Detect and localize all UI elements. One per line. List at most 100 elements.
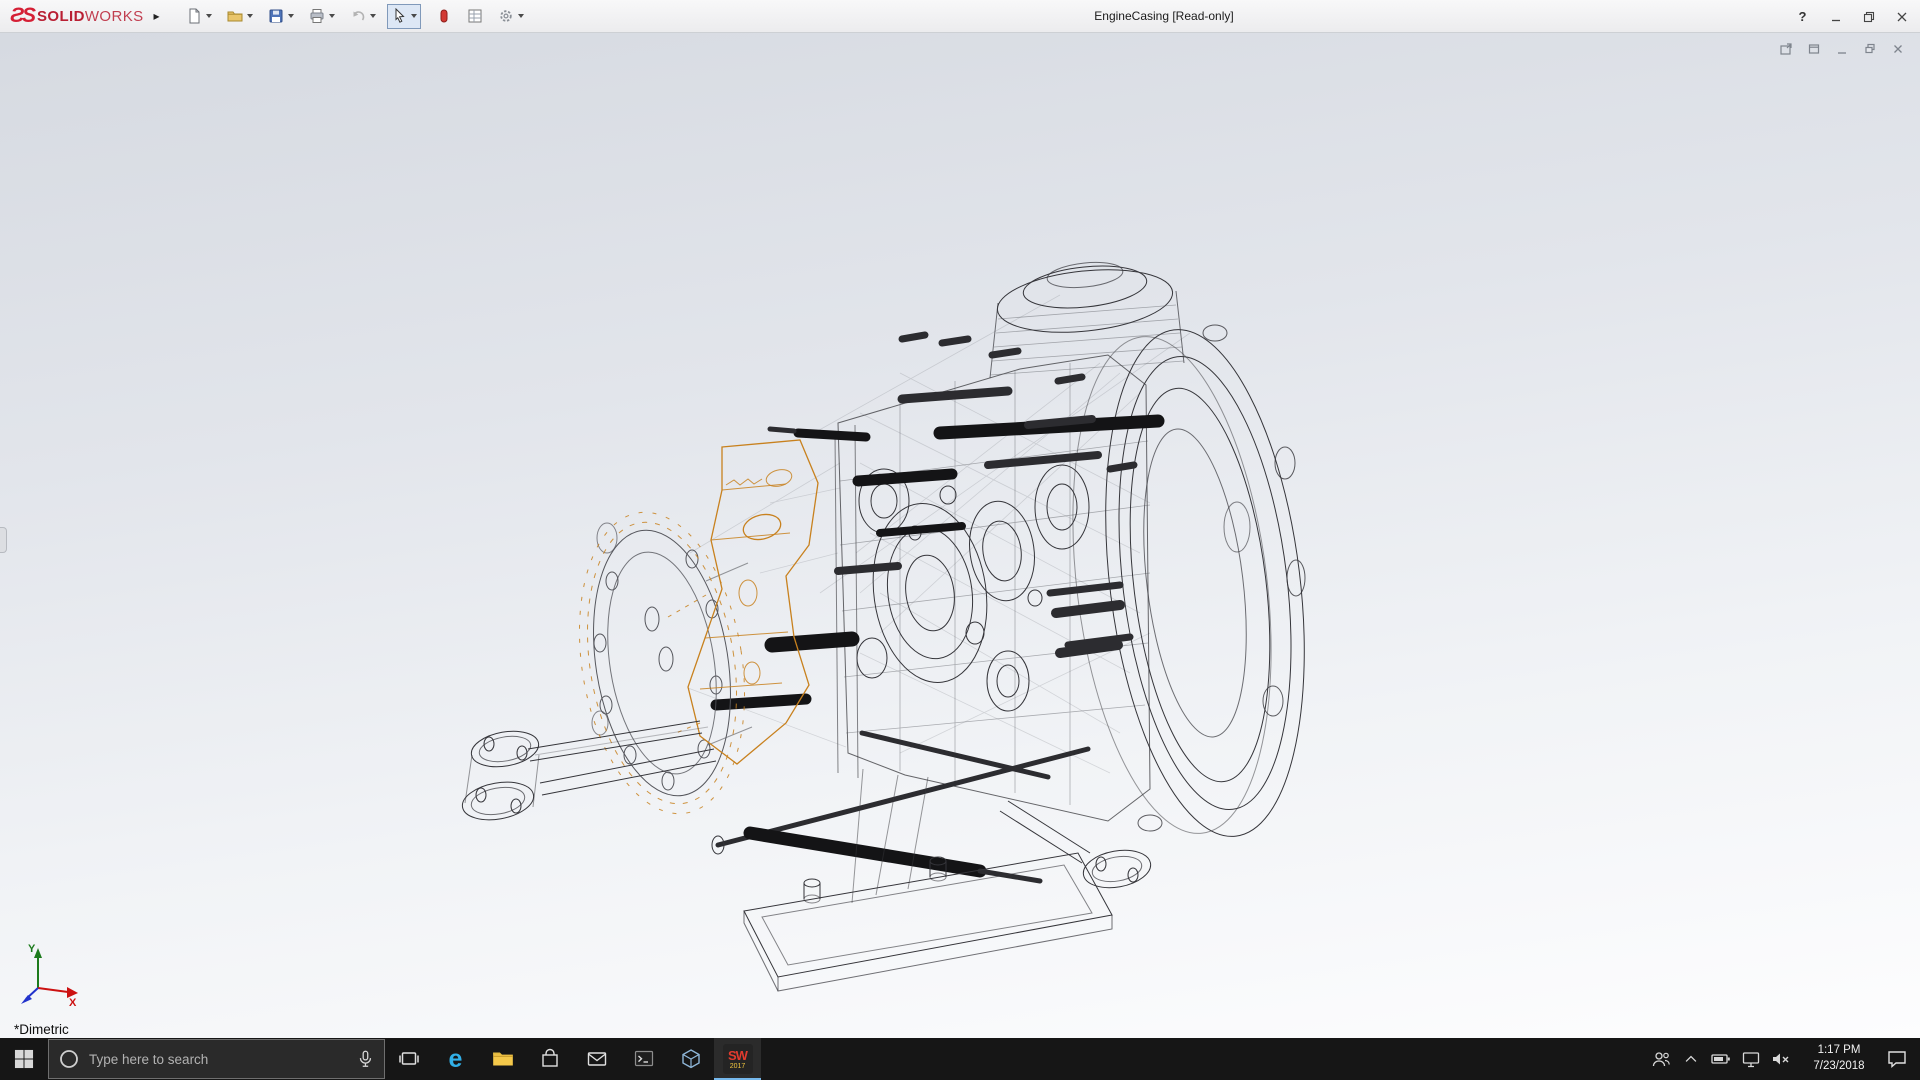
network-icon (1740, 1048, 1762, 1070)
windows-taskbar: e (0, 1038, 1920, 1080)
task-view-button[interactable] (385, 1038, 432, 1080)
store-button[interactable] (526, 1038, 573, 1080)
window-icon (1807, 42, 1821, 56)
select-cursor-icon (391, 8, 407, 24)
solidworks-logo-mark-icon: ƧS (10, 4, 34, 28)
orientation-triad: Y X (14, 938, 86, 1010)
dropdown-caret-icon[interactable] (370, 14, 376, 18)
undo-icon (350, 8, 366, 24)
print-icon (309, 8, 325, 24)
dropdown-caret-icon[interactable] (518, 14, 524, 18)
dropdown-caret-icon[interactable] (411, 14, 417, 18)
mount-legs (459, 721, 716, 825)
shafts-and-fasteners (712, 335, 1158, 881)
panel-splitter-handle[interactable] (0, 527, 7, 553)
restore-button[interactable] (1852, 3, 1885, 30)
quick-access-toolbar (182, 4, 528, 29)
graphics-viewport[interactable]: Y X *Dimetric (0, 33, 1920, 1038)
dropdown-caret-icon[interactable] (206, 14, 212, 18)
top-fins (990, 305, 1184, 375)
window-controls: ? (1786, 0, 1918, 33)
top-cap (990, 259, 1184, 378)
window-layout-button[interactable] (1803, 39, 1824, 58)
file-explorer-button[interactable] (479, 1038, 526, 1080)
new-document-icon (186, 8, 202, 24)
dock-document-button[interactable] (1775, 39, 1796, 58)
xpress-tools-button[interactable] (432, 4, 456, 29)
toolbar-flyout-arrow[interactable]: ▸ (154, 9, 160, 23)
help-button[interactable]: ? (1786, 3, 1819, 30)
minimize-doc-icon (1835, 42, 1849, 56)
minimize-icon (1830, 11, 1842, 23)
store-bag-icon (539, 1048, 561, 1070)
clock-time: 1:17 PM (1798, 1043, 1880, 1059)
cad-cube-icon (680, 1048, 702, 1070)
minimize-document-button[interactable] (1831, 39, 1852, 58)
restore-document-button[interactable] (1859, 39, 1880, 58)
chevron-up-icon (1682, 1050, 1700, 1068)
dropdown-caret-icon[interactable] (329, 14, 335, 18)
task-pane-button[interactable] (463, 4, 487, 29)
microphone-icon[interactable] (355, 1049, 375, 1069)
x-axis-label: X (69, 997, 77, 1009)
bell-housing (1047, 318, 1330, 847)
battery-icon (1710, 1048, 1732, 1070)
close-document-button[interactable] (1887, 39, 1908, 58)
mail-button[interactable] (573, 1038, 620, 1080)
network-button[interactable] (1736, 1038, 1766, 1080)
action-center-button[interactable] (1882, 1038, 1912, 1080)
task-view-icon (398, 1048, 420, 1070)
start-button[interactable] (0, 1038, 48, 1080)
file-explorer-icon (491, 1047, 515, 1071)
screen: ƧS SOLIDWORKS ▸ (0, 0, 1920, 1080)
xpress-tools-icon (436, 8, 452, 24)
print-button[interactable] (305, 4, 339, 29)
task-pane-icon (467, 8, 483, 24)
taskbar-clock[interactable]: 1:17 PM 7/23/2018 (1796, 1043, 1882, 1074)
engine-casing-wireframe[interactable] (0, 33, 1920, 1038)
edge-icon: e (449, 1045, 463, 1074)
volume-muted-icon (1770, 1048, 1792, 1070)
people-icon (1650, 1048, 1672, 1070)
undo-button[interactable] (346, 4, 380, 29)
edge-browser-button[interactable]: e (432, 1038, 479, 1080)
save-floppy-icon (268, 8, 284, 24)
close-button[interactable] (1885, 3, 1918, 30)
app-titlebar: ƧS SOLIDWORKS ▸ (0, 0, 1920, 33)
console-button[interactable] (620, 1038, 667, 1080)
solidworks-logo-text: SOLIDWORKS (37, 8, 144, 25)
gear-bores (857, 465, 1089, 711)
edrawings-button[interactable] (667, 1038, 714, 1080)
y-axis-label: Y (28, 943, 36, 955)
base-plate (744, 769, 1112, 991)
dock-window-icon (1779, 42, 1793, 56)
select-tool-button[interactable] (387, 4, 421, 29)
document-window-controls (1775, 39, 1908, 58)
search-input[interactable] (89, 1052, 346, 1067)
people-button[interactable] (1646, 1038, 1676, 1080)
close-doc-icon (1891, 42, 1905, 56)
volume-button[interactable] (1766, 1038, 1796, 1080)
dropdown-caret-icon[interactable] (247, 14, 253, 18)
console-icon (633, 1048, 655, 1070)
restore-icon (1863, 11, 1875, 23)
open-button[interactable] (223, 4, 257, 29)
windows-logo-icon (14, 1049, 34, 1069)
view-orientation-label: *Dimetric (14, 1022, 69, 1037)
solidworks-app-button[interactable]: SW 2017 (714, 1038, 761, 1080)
document-title: EngineCasing [Read-only] (1094, 0, 1233, 33)
battery-button[interactable] (1706, 1038, 1736, 1080)
solidworks-logo: ƧS SOLIDWORKS (0, 4, 150, 28)
hidden-icons-button[interactable] (1676, 1038, 1706, 1080)
system-tray: 1:17 PM 7/23/2018 (1646, 1038, 1920, 1080)
action-center-icon (1886, 1048, 1908, 1070)
options-button[interactable] (494, 4, 528, 29)
options-gear-icon (498, 8, 514, 24)
minimize-button[interactable] (1819, 3, 1852, 30)
save-button[interactable] (264, 4, 298, 29)
selected-bracket-highlight[interactable] (559, 440, 818, 826)
mail-envelope-icon (586, 1048, 608, 1070)
dropdown-caret-icon[interactable] (288, 14, 294, 18)
new-document-button[interactable] (182, 4, 216, 29)
taskbar-search[interactable] (48, 1039, 385, 1079)
